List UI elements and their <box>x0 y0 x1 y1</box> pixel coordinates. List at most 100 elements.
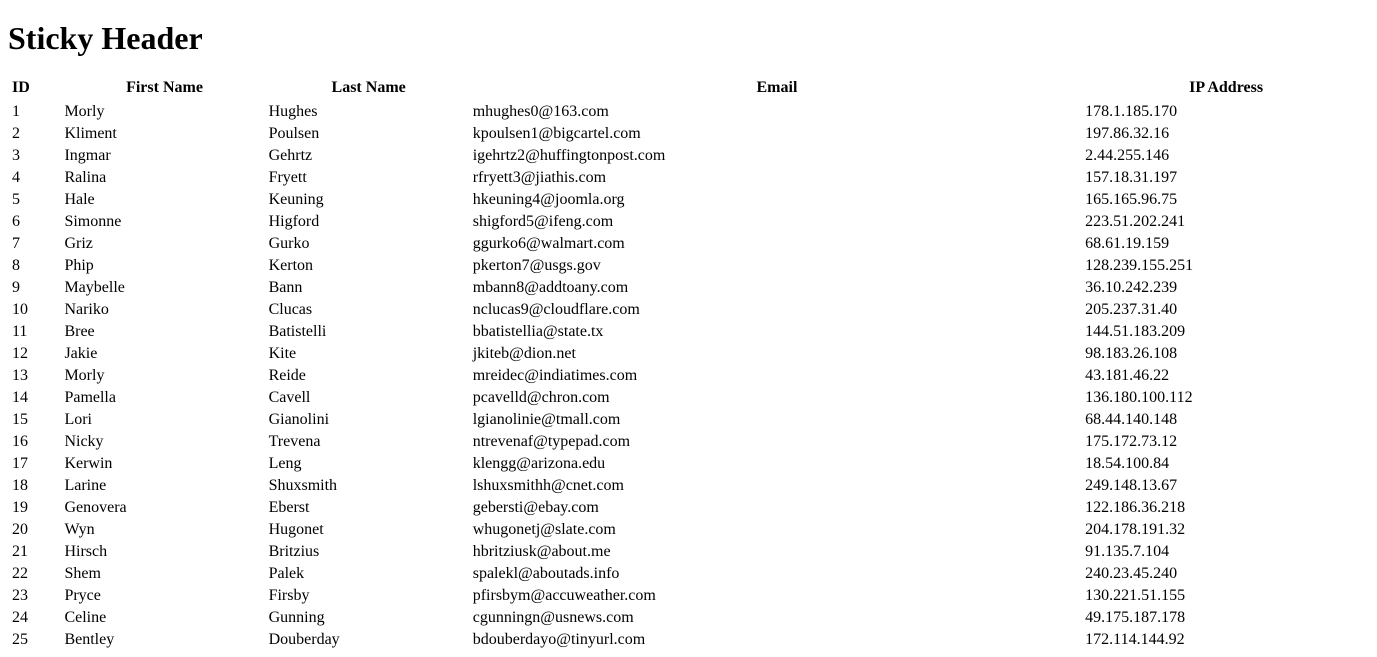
cell-first: Jakie <box>62 343 266 365</box>
cell-first: Griz <box>62 233 266 255</box>
cell-id: 16 <box>8 431 62 453</box>
cell-ip: 128.239.155.251 <box>1083 255 1369 277</box>
cell-id: 15 <box>8 409 62 431</box>
cell-first: Lori <box>62 409 266 431</box>
cell-last: Keuning <box>267 189 471 211</box>
table-row: 13MorlyReidemreidec@indiatimes.com43.181… <box>8 365 1369 387</box>
cell-email: pcavelld@chron.com <box>471 387 1083 409</box>
cell-first: Larine <box>62 475 266 497</box>
table-row: 4RalinaFryettrfryett3@jiathis.com157.18.… <box>8 167 1369 189</box>
cell-id: 23 <box>8 585 62 607</box>
table-row: 9MaybelleBannmbann8@addtoany.com36.10.24… <box>8 277 1369 299</box>
cell-first: Morly <box>62 365 266 387</box>
cell-last: Gunning <box>267 607 471 629</box>
cell-ip: 2.44.255.146 <box>1083 145 1369 167</box>
table-row: 16NickyTrevenantrevenaf@typepad.com175.1… <box>8 431 1369 453</box>
table-row: 22ShemPalekspalekl@aboutads.info240.23.4… <box>8 563 1369 585</box>
cell-id: 9 <box>8 277 62 299</box>
cell-last: Palek <box>267 563 471 585</box>
table-row: 6SimonneHigfordshigford5@ifeng.com223.51… <box>8 211 1369 233</box>
cell-first: Phip <box>62 255 266 277</box>
cell-email: mbann8@addtoany.com <box>471 277 1083 299</box>
cell-id: 12 <box>8 343 62 365</box>
cell-ip: 36.10.242.239 <box>1083 277 1369 299</box>
cell-ip: 43.181.46.22 <box>1083 365 1369 387</box>
cell-first: Hale <box>62 189 266 211</box>
cell-id: 10 <box>8 299 62 321</box>
cell-last: Clucas <box>267 299 471 321</box>
cell-ip: 130.221.51.155 <box>1083 585 1369 607</box>
cell-id: 2 <box>8 123 62 145</box>
cell-id: 20 <box>8 519 62 541</box>
table-row: 7GrizGurkoggurko6@walmart.com68.61.19.15… <box>8 233 1369 255</box>
table-row: 14PamellaCavellpcavelld@chron.com136.180… <box>8 387 1369 409</box>
cell-ip: 249.148.13.67 <box>1083 475 1369 497</box>
cell-first: Morly <box>62 101 266 123</box>
cell-first: Bentley <box>62 629 266 651</box>
cell-first: Ingmar <box>62 145 266 167</box>
cell-email: lgianolinie@tmall.com <box>471 409 1083 431</box>
cell-ip: 122.186.36.218 <box>1083 497 1369 519</box>
cell-last: Bann <box>267 277 471 299</box>
cell-last: Reide <box>267 365 471 387</box>
cell-last: Gurko <box>267 233 471 255</box>
cell-first: Celine <box>62 607 266 629</box>
cell-id: 5 <box>8 189 62 211</box>
table-row: 1MorlyHughesmhughes0@163.com178.1.185.17… <box>8 101 1369 123</box>
cell-email: gebersti@ebay.com <box>471 497 1083 519</box>
cell-last: Trevena <box>267 431 471 453</box>
cell-email: mhughes0@163.com <box>471 101 1083 123</box>
cell-first: Genovera <box>62 497 266 519</box>
cell-last: Fryett <box>267 167 471 189</box>
cell-id: 18 <box>8 475 62 497</box>
cell-last: Kerton <box>267 255 471 277</box>
cell-email: bdouberdayo@tinyurl.com <box>471 629 1083 651</box>
cell-email: bbatistellia@state.tx <box>471 321 1083 343</box>
col-last-name: Last Name <box>267 75 471 101</box>
cell-email: hbritziusk@about.me <box>471 541 1083 563</box>
cell-id: 6 <box>8 211 62 233</box>
cell-email: lshuxsmithh@cnet.com <box>471 475 1083 497</box>
table-row: 17KerwinLengklengg@arizona.edu18.54.100.… <box>8 453 1369 475</box>
col-first-name: First Name <box>62 75 266 101</box>
cell-id: 4 <box>8 167 62 189</box>
cell-first: Pamella <box>62 387 266 409</box>
cell-email: ggurko6@walmart.com <box>471 233 1083 255</box>
cell-last: Britzius <box>267 541 471 563</box>
cell-id: 22 <box>8 563 62 585</box>
cell-email: igehrtz2@huffingtonpost.com <box>471 145 1083 167</box>
cell-id: 7 <box>8 233 62 255</box>
col-email: Email <box>471 75 1083 101</box>
cell-first: Nariko <box>62 299 266 321</box>
cell-last: Hughes <box>267 101 471 123</box>
cell-email: hkeuning4@joomla.org <box>471 189 1083 211</box>
cell-ip: 98.183.26.108 <box>1083 343 1369 365</box>
cell-email: rfryett3@jiathis.com <box>471 167 1083 189</box>
cell-id: 25 <box>8 629 62 651</box>
cell-first: Nicky <box>62 431 266 453</box>
table-row: 2KlimentPoulsenkpoulsen1@bigcartel.com19… <box>8 123 1369 145</box>
cell-first: Wyn <box>62 519 266 541</box>
cell-last: Poulsen <box>267 123 471 145</box>
cell-email: ntrevenaf@typepad.com <box>471 431 1083 453</box>
cell-first: Pryce <box>62 585 266 607</box>
table-row: 5HaleKeuninghkeuning4@joomla.org165.165.… <box>8 189 1369 211</box>
cell-email: kpoulsen1@bigcartel.com <box>471 123 1083 145</box>
cell-email: cgunningn@usnews.com <box>471 607 1083 629</box>
page-title: Sticky Header <box>8 20 1369 57</box>
table-row: 18LarineShuxsmithlshuxsmithh@cnet.com249… <box>8 475 1369 497</box>
cell-ip: 68.44.140.148 <box>1083 409 1369 431</box>
cell-email: whugonetj@slate.com <box>471 519 1083 541</box>
cell-first: Simonne <box>62 211 266 233</box>
table-row: 12JakieKitejkiteb@dion.net98.183.26.108 <box>8 343 1369 365</box>
cell-last: Eberst <box>267 497 471 519</box>
cell-ip: 68.61.19.159 <box>1083 233 1369 255</box>
data-table: ID First Name Last Name Email IP Address… <box>8 75 1369 651</box>
cell-ip: 18.54.100.84 <box>1083 453 1369 475</box>
cell-first: Bree <box>62 321 266 343</box>
cell-first: Shem <box>62 563 266 585</box>
cell-ip: 165.165.96.75 <box>1083 189 1369 211</box>
cell-ip: 240.23.45.240 <box>1083 563 1369 585</box>
table-body: 1MorlyHughesmhughes0@163.com178.1.185.17… <box>8 101 1369 651</box>
cell-id: 24 <box>8 607 62 629</box>
